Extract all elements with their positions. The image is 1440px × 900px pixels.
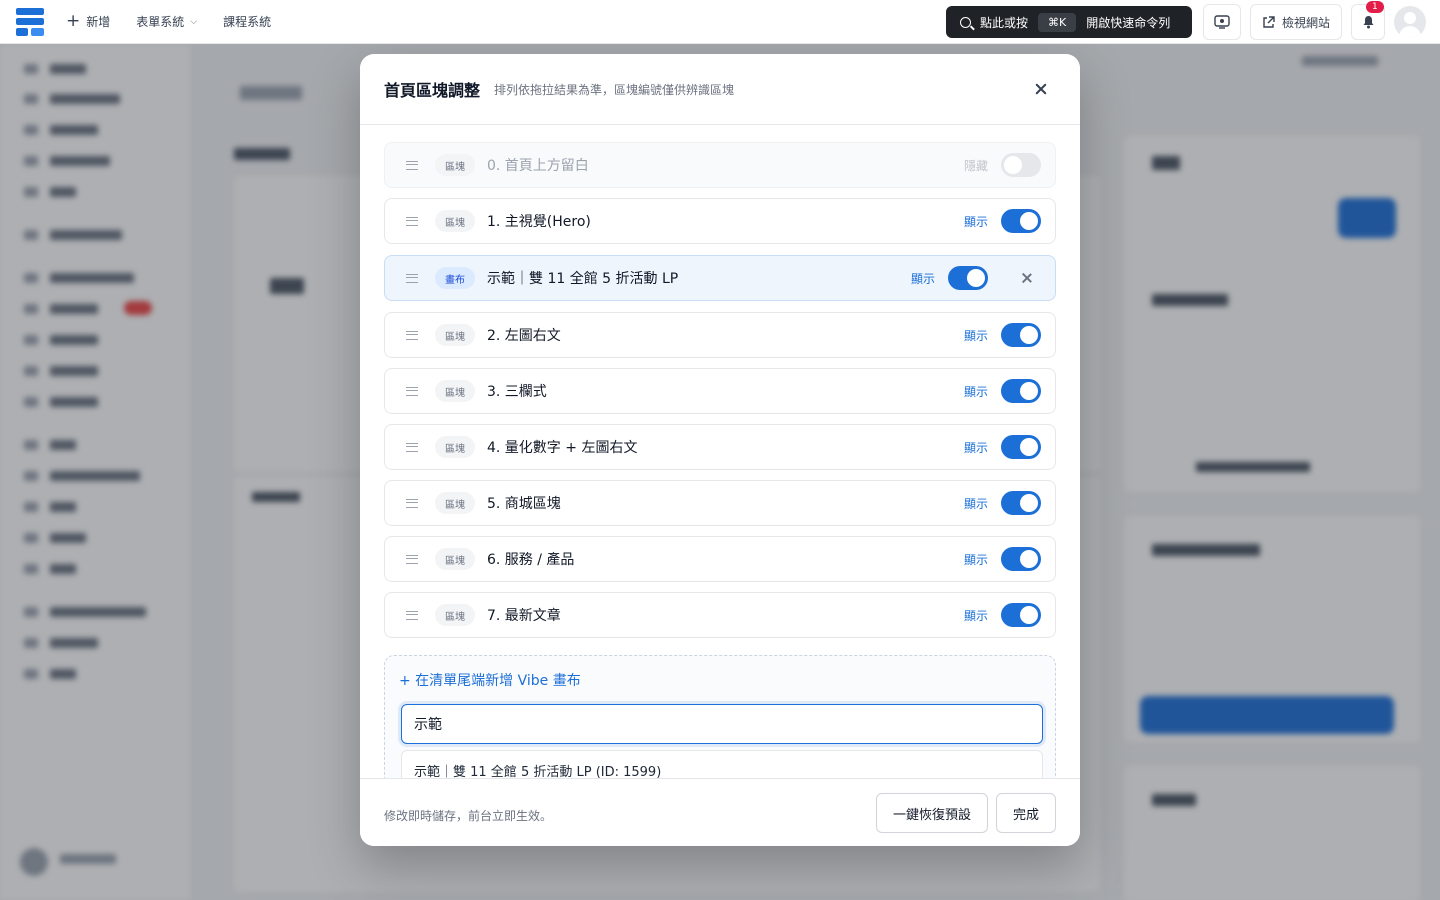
visibility-status: 顯示 <box>963 440 988 455</box>
nav-add-new-label: 新增 <box>86 15 111 29</box>
drag-handle-icon[interactable] <box>406 216 418 226</box>
done-label: 完成 <box>1012 807 1039 823</box>
external-link-icon <box>1263 15 1275 28</box>
remove-icon[interactable] <box>1020 271 1034 285</box>
user-avatar-icon[interactable] <box>1394 6 1426 38</box>
visibility-toggle[interactable] <box>1001 547 1041 571</box>
section-row[interactable]: 區塊 7. 最新文章 顯示 <box>384 592 1056 638</box>
visibility-status: 顯示 <box>963 328 988 343</box>
canvas-suggestion-label: 示範｜雙 11 全館 5 折活動 LP (ID: 1599) <box>414 764 662 779</box>
nav-course-system-label: 課程系統 <box>223 15 272 29</box>
section-row[interactable]: 區塊 0. 首頁上方留白 隱藏 <box>384 142 1056 188</box>
drag-handle-icon[interactable] <box>406 498 418 508</box>
footer-note: 修改即時儲存，前台立即生效。 <box>384 809 553 823</box>
drag-handle-icon[interactable] <box>406 160 418 170</box>
visibility-toggle[interactable] <box>1001 379 1041 403</box>
chevron-down-icon: ⌵ <box>190 16 198 27</box>
modal-body: 區塊 0. 首頁上方留白 隱藏 區塊 1. 主視覺(Hero) 顯示 畫布 示範… <box>360 126 1080 778</box>
visibility-toggle[interactable] <box>948 266 988 290</box>
section-type-tag: 區塊 <box>435 492 475 514</box>
section-type-tag: 區塊 <box>435 154 475 176</box>
section-row[interactable]: 區塊 5. 商城區塊 顯示 <box>384 480 1056 526</box>
section-type-tag: 畫布 <box>435 267 475 289</box>
visibility-toggle[interactable] <box>1001 153 1041 177</box>
section-row[interactable]: 區塊 4. 量化數字 + 左圖右文 顯示 <box>384 424 1056 470</box>
modal-header: 首頁區塊調整 排列依拖拉結果為準，區塊編號僅供辨識區塊 <box>360 54 1080 125</box>
preview-icon <box>1214 15 1230 29</box>
nav-form-system[interactable]: 表單系統 ⌵ <box>136 0 197 44</box>
visibility-toggle[interactable] <box>1001 603 1041 627</box>
section-row[interactable]: 區塊 6. 服務 / 產品 顯示 <box>384 536 1056 582</box>
notifications-button[interactable]: 1 <box>1351 1 1385 40</box>
modal-title: 首頁區塊調整 <box>384 81 481 100</box>
command-prefix: 點此或按 <box>980 15 1029 30</box>
canvas-search-input[interactable] <box>401 704 1043 744</box>
section-type-tag: 區塊 <box>435 324 475 346</box>
drag-handle-icon[interactable] <box>406 610 418 620</box>
drag-handle-icon[interactable] <box>406 273 418 283</box>
visibility-status: 顯示 <box>963 384 988 399</box>
canvas-suggestion-item[interactable]: 示範｜雙 11 全館 5 折活動 LP (ID: 1599) <box>401 750 1043 778</box>
section-title: 0. 首頁上方留白 <box>487 158 589 174</box>
visibility-status: 隱藏 <box>963 158 988 173</box>
section-row-canvas[interactable]: 畫布 示範｜雙 11 全館 5 折活動 LP 顯示 <box>384 255 1056 301</box>
visibility-toggle[interactable] <box>1001 435 1041 459</box>
visibility-toggle[interactable] <box>1001 491 1041 515</box>
preview-button[interactable] <box>1203 4 1241 40</box>
visibility-status: 顯示 <box>963 214 988 229</box>
section-title: 3. 三欄式 <box>487 384 547 400</box>
visibility-status: 顯示 <box>963 496 988 511</box>
bell-icon <box>1363 16 1373 29</box>
nav-course-system[interactable]: 課程系統 <box>223 0 271 44</box>
app-logo-icon[interactable] <box>16 7 44 36</box>
section-title: 2. 左圖右文 <box>487 328 561 344</box>
section-type-tag: 區塊 <box>435 436 475 458</box>
search-icon <box>960 16 971 28</box>
notification-count-badge: 1 <box>1366 1 1384 13</box>
nav-add-new[interactable]: + 新增 <box>66 0 110 44</box>
view-site-button[interactable]: 檢視網站 <box>1250 4 1342 40</box>
reset-default-button[interactable]: 一鍵恢復預設 <box>876 793 988 833</box>
close-icon[interactable] <box>1032 80 1050 98</box>
section-title: 示範｜雙 11 全館 5 折活動 LP <box>487 271 679 287</box>
drag-handle-icon[interactable] <box>406 386 418 396</box>
done-button[interactable]: 完成 <box>996 793 1056 833</box>
section-row[interactable]: 區塊 2. 左圖右文 顯示 <box>384 312 1056 358</box>
visibility-toggle[interactable] <box>1001 209 1041 233</box>
add-canvas-link[interactable]: + 在清單尾端新增 Vibe 畫布 <box>399 670 581 690</box>
section-title: 5. 商城區塊 <box>487 496 561 512</box>
section-type-tag: 區塊 <box>435 604 475 626</box>
section-title: 1. 主視覺(Hero) <box>487 214 591 230</box>
section-title: 6. 服務 / 產品 <box>487 552 575 568</box>
modal-footer: 修改即時儲存，前台立即生效。 一鍵恢復預設 完成 <box>360 778 1080 846</box>
modal-subtitle: 排列依拖拉結果為準，區塊編號僅供辨識區塊 <box>494 82 735 97</box>
section-type-tag: 區塊 <box>435 548 475 570</box>
command-suffix: 開啟快速命令列 <box>1086 15 1171 30</box>
section-type-tag: 區塊 <box>435 380 475 402</box>
drag-handle-icon[interactable] <box>406 330 418 340</box>
top-bar: + 新增 表單系統 ⌵ 課程系統 點此或按 ⌘K 開啟快速命令列 檢視網站 1 <box>0 0 1440 44</box>
command-shortcut: ⌘K <box>1038 12 1077 32</box>
drag-handle-icon[interactable] <box>406 554 418 564</box>
plus-icon: + <box>66 11 81 31</box>
add-canvas-panel: + 在清單尾端新增 Vibe 畫布 示範｜雙 11 全館 5 折活動 LP (I… <box>384 655 1056 778</box>
visibility-status: 顯示 <box>963 552 988 567</box>
section-type-tag: 區塊 <box>435 210 475 232</box>
section-title: 4. 量化數字 + 左圖右文 <box>487 440 638 456</box>
section-title: 7. 最新文章 <box>487 608 561 624</box>
section-order-modal: 首頁區塊調整 排列依拖拉結果為準，區塊編號僅供辨識區塊 區塊 0. 首頁上方留白… <box>360 54 1080 846</box>
section-row[interactable]: 區塊 3. 三欄式 顯示 <box>384 368 1056 414</box>
nav-form-system-label: 表單系統 <box>136 15 185 29</box>
visibility-status: 顯示 <box>963 608 988 623</box>
reset-default-label: 一鍵恢復預設 <box>892 807 971 823</box>
visibility-toggle[interactable] <box>1001 323 1041 347</box>
visibility-status: 顯示 <box>910 271 935 286</box>
drag-handle-icon[interactable] <box>406 442 418 452</box>
command-palette-button[interactable]: 點此或按 ⌘K 開啟快速命令列 <box>946 6 1192 38</box>
view-site-label: 檢視網站 <box>1281 15 1330 30</box>
section-row[interactable]: 區塊 1. 主視覺(Hero) 顯示 <box>384 198 1056 244</box>
